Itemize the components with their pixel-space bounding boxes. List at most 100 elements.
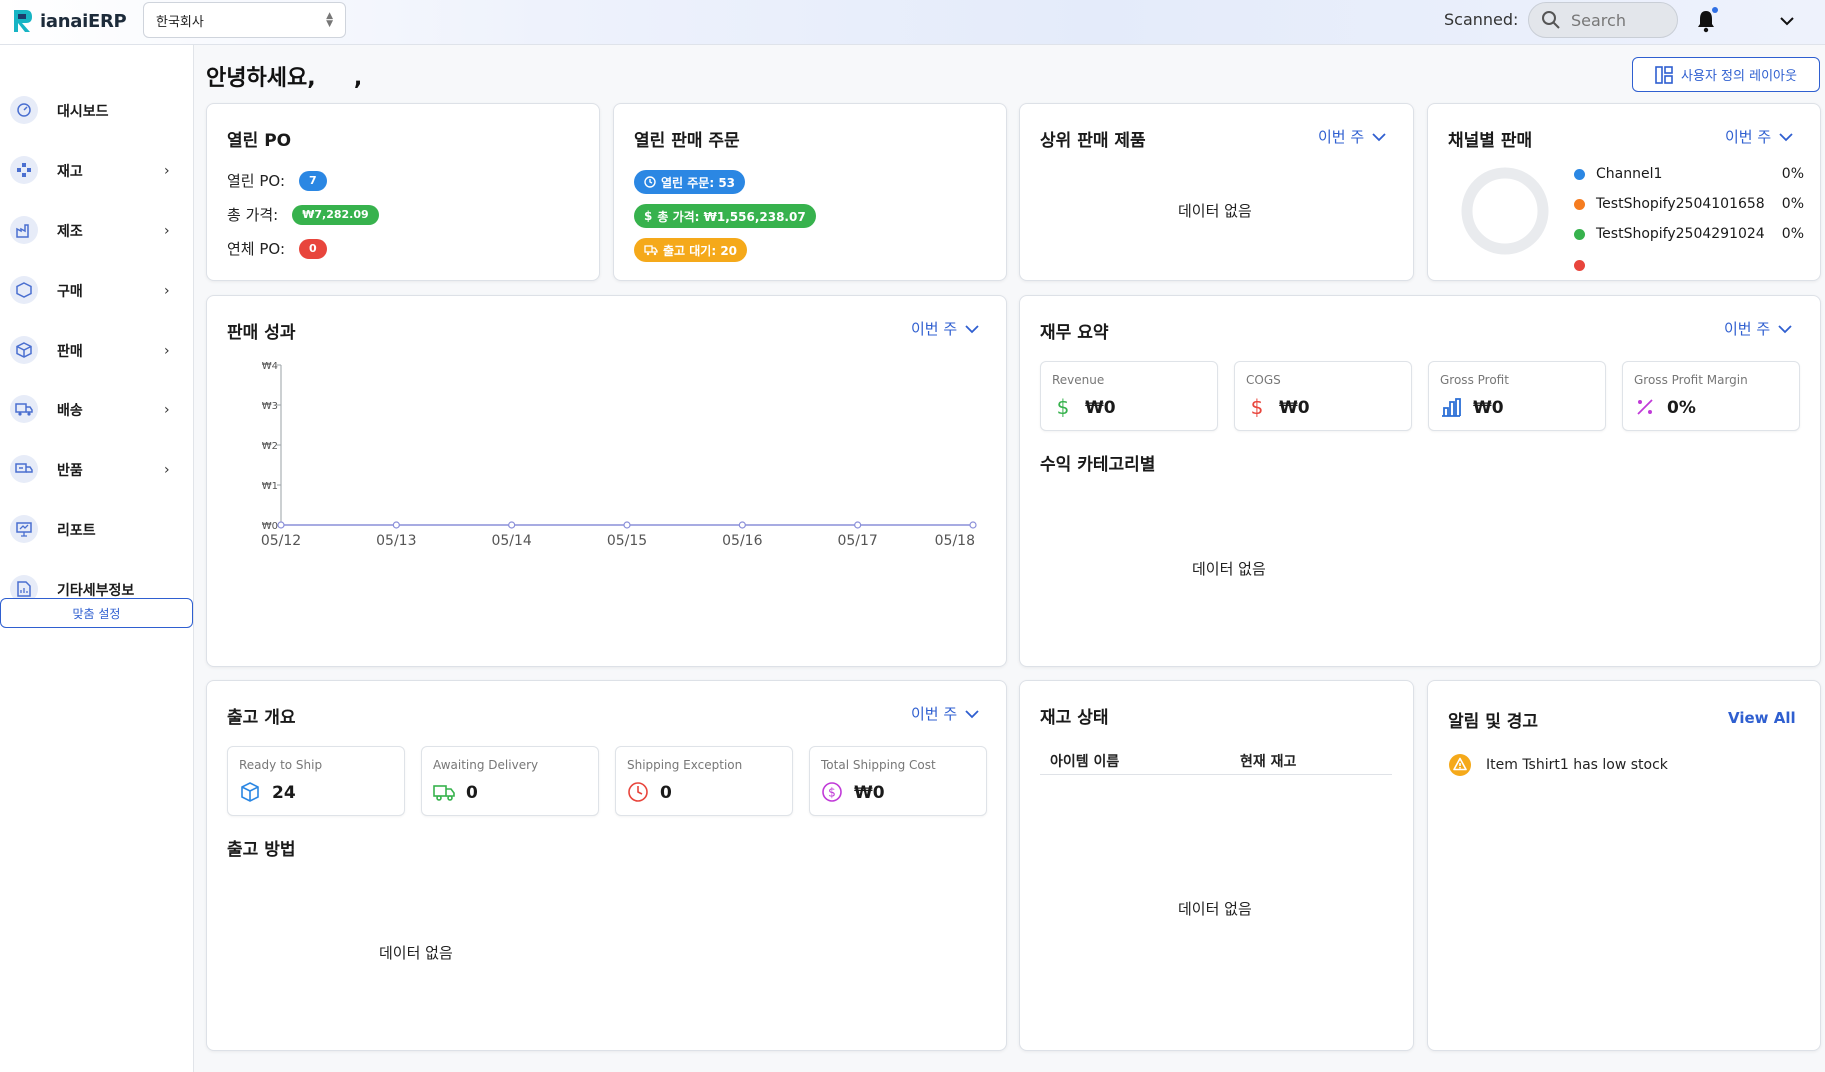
sales-icon (10, 336, 38, 364)
sales-line-chart: ₩0 ₩1 ₩2 ₩3 ₩4 05/12 05/13 05/14 05/15 05/16 05/17… (261, 361, 977, 549)
data-point (508, 521, 516, 529)
period-label: 이번 주 (1724, 320, 1771, 338)
card-title: 재무 요약 (1040, 323, 1109, 343)
column-header-current-stock[interactable]: 현재 재고 (1240, 751, 1296, 771)
open-orders-badge[interactable]: 열린 주문: 53 (634, 170, 746, 194)
y-tick-label: ₩4 (262, 361, 278, 372)
sidebar-item-purchase[interactable]: 구매 › (0, 270, 194, 310)
overdue-po-badge[interactable]: 0 (299, 238, 327, 259)
dollar-circle-icon: $ (822, 782, 842, 802)
gross-profit-margin-stat[interactable]: Gross Profit Margin 0% (1622, 361, 1800, 431)
search-input[interactable]: Search (1528, 2, 1678, 38)
awaiting-delivery-stat[interactable]: Awaiting Delivery 0 (421, 746, 599, 816)
top-products-card: 상위 판매 제품 이번 주 데이터 없음 (1019, 103, 1414, 281)
sidebar-item-manufacturing[interactable]: 제조 › (0, 210, 194, 250)
revenue-stat[interactable]: Revenue $ ₩0 (1040, 361, 1218, 431)
legend-item: Channel1 0% (1574, 166, 1804, 182)
legend-label: Channel1 (1596, 166, 1663, 182)
inventory-status-card: 재고 상태 아이템 이름 현재 재고 데이터 없음 (1019, 680, 1414, 1051)
total-price-label: 총 가격: (227, 206, 279, 224)
chevron-down-icon[interactable] (1778, 12, 1796, 30)
stat-value: 0 (660, 783, 672, 803)
gross-profit-stat[interactable]: Gross Profit ₩0 (1428, 361, 1606, 431)
x-tick-label: 05/18 (935, 533, 975, 549)
legend-dot (1574, 228, 1585, 240)
period-label: 이번 주 (911, 705, 958, 723)
card-title: 출고 개요 (227, 708, 296, 728)
inventory-icon (10, 156, 38, 184)
period-select[interactable]: 이번 주 (1725, 126, 1793, 147)
sidebar-item-shipping[interactable]: 배송 › (0, 389, 194, 429)
total-shipping-cost-stat[interactable]: Total Shipping Cost $ ₩0 (809, 746, 987, 816)
period-select[interactable]: 이번 주 (1724, 318, 1792, 339)
stat-label: Revenue (1052, 373, 1105, 387)
legend-dot (1574, 260, 1585, 271)
ready-to-ship-stat[interactable]: Ready to Ship 24 (227, 746, 405, 816)
empty-state: 데이터 없음 (1178, 202, 1252, 220)
open-po-label: 열린 PO: (227, 172, 286, 190)
period-select[interactable]: 이번 주 (911, 703, 979, 724)
open-po-row: 열린 PO: 7 (227, 170, 327, 191)
open-po-badge[interactable]: 7 (299, 170, 327, 191)
chevron-right-icon: › (164, 402, 170, 418)
company-select[interactable]: 한국회사 ▲ ▼ (143, 2, 346, 38)
sidebar-item-reports[interactable]: 리포트 (0, 509, 194, 549)
app-name: ianaiERP (40, 10, 127, 32)
financial-summary-card: 재무 요약 이번 주 Revenue $ ₩0 COGS $ ₩0 Gross … (1019, 295, 1821, 667)
box-icon (241, 782, 259, 802)
stat-label: Shipping Exception (627, 758, 743, 772)
pending-shipping-text: 출고 대기: 20 (663, 243, 738, 258)
pending-shipping-badge[interactable]: 출고 대기: 20 (634, 238, 748, 262)
stat-label: Ready to Ship (239, 758, 323, 772)
stat-value: ₩0 (1279, 398, 1310, 418)
open-orders-text: 열린 주문: 53 (661, 175, 736, 190)
logo-icon (14, 10, 32, 32)
dollar-icon: $ (644, 209, 653, 223)
custom-settings-button[interactable]: 맞춤 설정 (0, 598, 193, 628)
period-select[interactable]: 이번 주 (1318, 126, 1386, 147)
view-all-link[interactable]: View All (1728, 709, 1796, 727)
total-price-badge[interactable]: ₩7,282.09 (292, 204, 379, 225)
search-placeholder: Search (1571, 10, 1626, 30)
column-header-item-name[interactable]: 아이템 이름 (1050, 751, 1119, 771)
stat-value: ₩0 (1085, 398, 1116, 418)
sidebar-item-sales[interactable]: 판매 › (0, 330, 194, 370)
card-title: 상위 판매 제품 (1040, 131, 1146, 151)
sidebar-item-returns[interactable]: 반품 › (0, 449, 194, 489)
chevron-down-icon (1778, 324, 1792, 333)
chevron-right-icon: › (164, 163, 170, 179)
open-orders-pill: 열린 주문: 53 (634, 170, 746, 194)
custom-layout-button[interactable]: 사용자 정의 레이아웃 (1632, 57, 1820, 92)
sidebar-item-inventory[interactable]: 재고 › (0, 150, 194, 190)
shipping-overview-card: 출고 개요 이번 주 Ready to Ship 24 Awaiting Del… (206, 680, 1007, 1051)
company-select-value: 한국회사 (156, 14, 204, 30)
app-logo[interactable]: ianaiERP (12, 8, 127, 34)
alert-item[interactable]: Item Tshirt1 has low stock (1448, 753, 1668, 777)
y-tick-label: ₩0 (262, 521, 278, 532)
shipping-exception-stat[interactable]: Shipping Exception 0 (615, 746, 793, 816)
stat-label: Gross Profit Margin (1634, 373, 1748, 387)
sidebar-item-label: 판매 (57, 344, 83, 360)
cogs-stat[interactable]: COGS $ ₩0 (1234, 361, 1412, 431)
stat-label: Awaiting Delivery (433, 758, 539, 772)
stat-value: ₩0 (854, 783, 885, 803)
svg-text:$: $ (828, 786, 836, 800)
stat-label: Total Shipping Cost (821, 758, 936, 772)
greeting-title: 안녕하세요, , (206, 66, 363, 91)
x-tick-label: 05/13 (376, 533, 416, 549)
card-title: 채널별 판매 (1448, 131, 1533, 151)
empty-state: 데이터 없음 (1192, 560, 1266, 578)
search-icon (1542, 11, 1560, 29)
legend-label: TestShopify2504291024 (1596, 226, 1765, 242)
dashboard-icon (10, 96, 38, 124)
percent-icon (1637, 399, 1653, 415)
sidebar-item-dashboard[interactable]: 대시보드 (0, 90, 194, 130)
channel-donut-chart (1461, 167, 1549, 255)
dollar-icon: $ (1057, 396, 1070, 418)
legend-item: TestShopify2504101658 0% (1574, 196, 1804, 212)
stat-value: 0% (1667, 398, 1696, 418)
total-price-badge[interactable]: $ 총 가격: ₩1,556,238.07 (634, 204, 816, 228)
alerts-card: 알림 및 경고 View All Item Tshirt1 has low st… (1427, 680, 1821, 1051)
legend-overflow (1574, 257, 1804, 271)
stat-value: 0 (466, 783, 478, 803)
